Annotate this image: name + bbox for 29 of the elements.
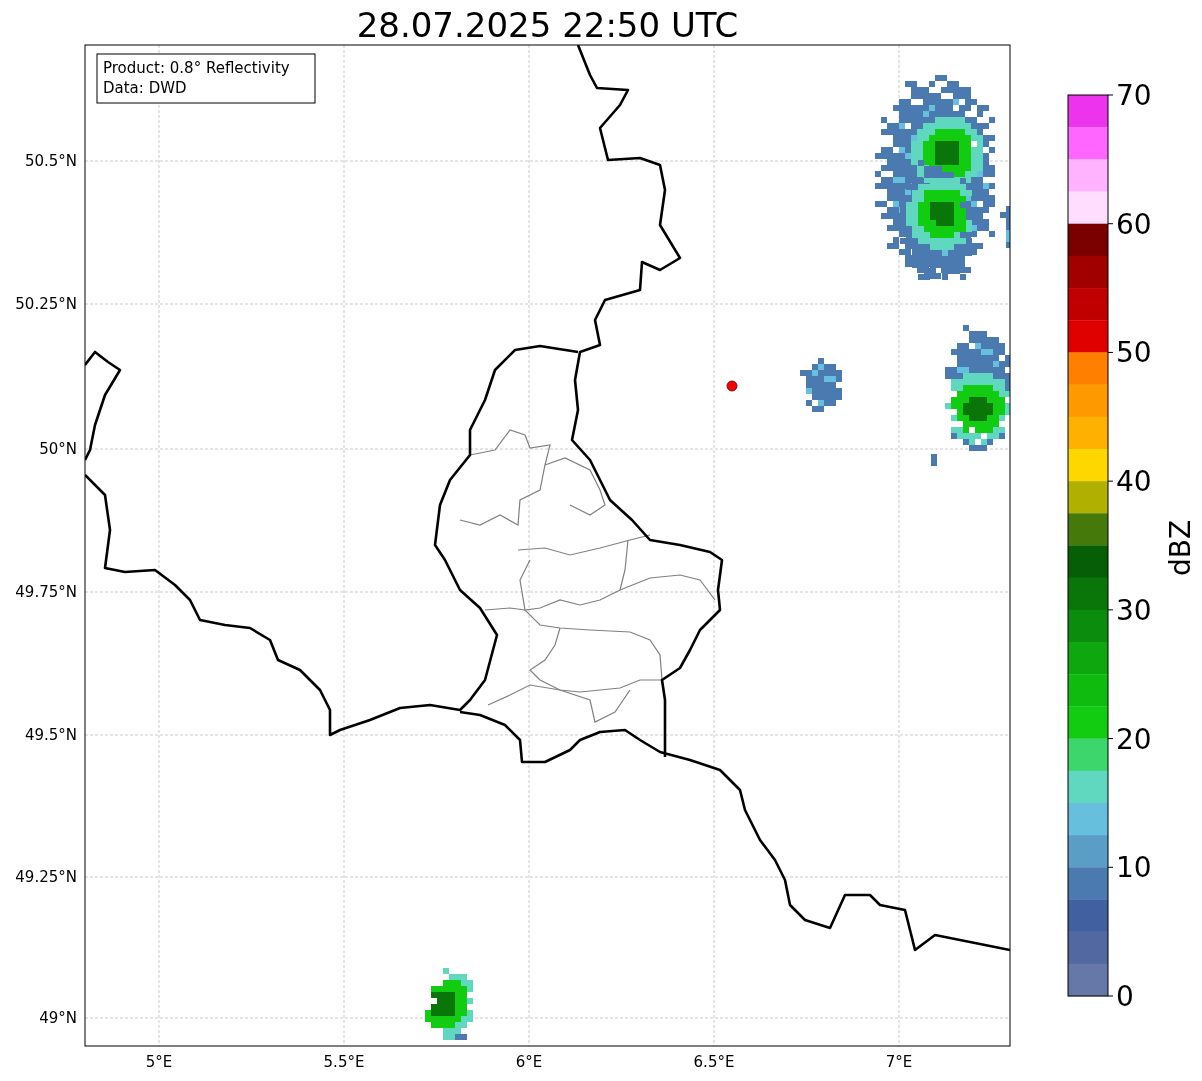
axis-tick-label: 5°E	[145, 1053, 173, 1071]
colorbar-tick-label: 40	[1116, 465, 1152, 499]
radar-echo	[931, 454, 937, 466]
map-title: 28.07.2025 22:50 UTC	[356, 5, 739, 45]
axis-tick-label: 50°N	[39, 440, 77, 458]
colorbar-label: dBZ	[1164, 519, 1197, 577]
axis-tick-label: 49°N	[39, 1009, 77, 1027]
colorbar-tick-label: 30	[1116, 593, 1152, 627]
axis-tick-label: 6°E	[515, 1053, 543, 1071]
legend-text: Product: 0.8° Reflectivity	[103, 59, 290, 77]
legend-text: Data: DWD	[103, 79, 187, 97]
axis-tick-label: 50.25°N	[15, 295, 77, 313]
colorbar-tick-label: 20	[1116, 722, 1152, 756]
colorbar-tick-label: 60	[1116, 207, 1152, 241]
axis-tick-label: 49.25°N	[15, 868, 77, 886]
colorbar-tick-label: 0	[1116, 980, 1134, 1013]
location-marker	[726, 380, 738, 392]
colorbar-tick-label: 50	[1116, 336, 1152, 370]
axis-tick-label: 6.5°E	[693, 1053, 735, 1071]
axis-tick-label: 49.75°N	[15, 583, 77, 601]
colorbar-tick-label: 10	[1116, 851, 1152, 885]
radar-echo	[1000, 206, 1010, 248]
colorbar-tick-label: 70	[1116, 79, 1152, 112]
radar-echo	[425, 968, 473, 1040]
axis-tick-label: 49.5°N	[24, 726, 77, 744]
axis-tick-label: 5.5°E	[323, 1053, 365, 1071]
radar-echo	[800, 358, 842, 412]
axis-tick-label: 7°E	[885, 1053, 913, 1071]
axis-tick-label: 50.5°N	[24, 152, 77, 170]
